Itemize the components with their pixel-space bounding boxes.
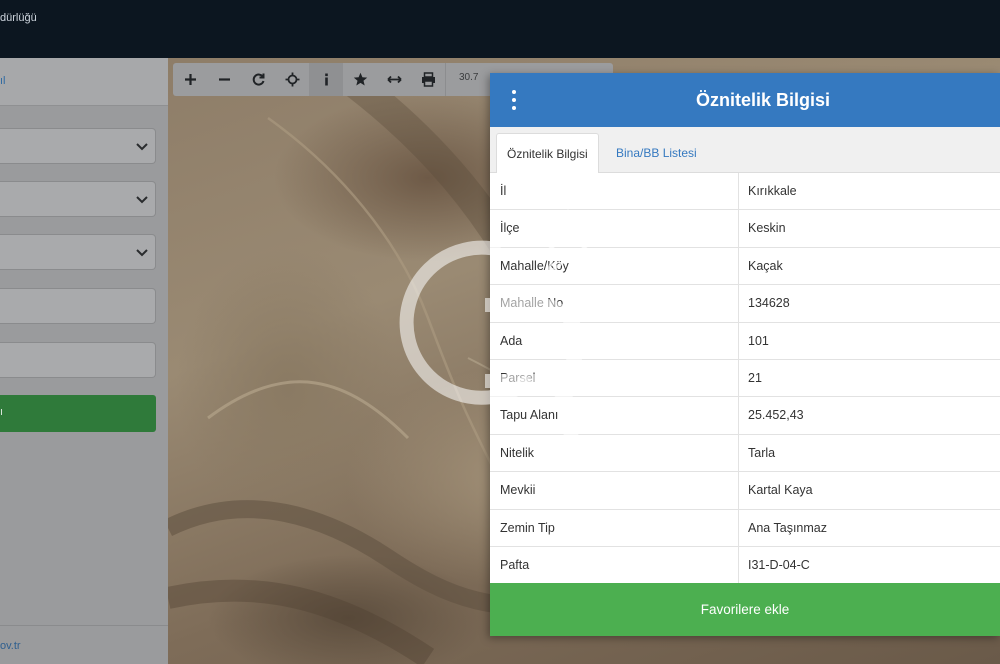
query-button[interactable]: ı	[0, 395, 156, 432]
locate-button[interactable]	[275, 63, 309, 96]
favorite-star-button[interactable]	[343, 63, 377, 96]
add-to-favorites-button[interactable]: Favorilere ekle	[490, 583, 1000, 636]
crosshair-icon	[285, 72, 299, 87]
row-key: İlçe	[500, 221, 520, 236]
row-value: 25.452,43	[748, 408, 804, 423]
district-select[interactable]	[0, 181, 156, 217]
refresh-button[interactable]	[241, 63, 275, 96]
table-row: Mahalle No 134628	[490, 285, 1000, 323]
chevron-down-icon	[136, 196, 148, 204]
zoom-out-button[interactable]	[207, 63, 241, 96]
row-value: I31-D-04-C	[748, 557, 810, 572]
info-button[interactable]	[309, 63, 343, 96]
row-key: Parsel	[500, 370, 536, 385]
star-icon	[353, 72, 367, 86]
query-button-label: ı	[0, 406, 4, 418]
parcel-input[interactable]	[0, 342, 156, 378]
top-header: dürlüğü	[0, 0, 1000, 58]
table-row: Mevkii Kartal Kaya	[490, 472, 1000, 510]
zoom-in-button[interactable]	[173, 63, 207, 96]
row-key: Ada	[500, 333, 523, 348]
row-value: Kırıkkale	[748, 184, 797, 198]
row-value: Ana Taşınmaz	[748, 520, 827, 535]
table-row: Tapu Alanı 25.452,43	[490, 397, 1000, 435]
province-select[interactable]	[0, 128, 156, 164]
row-key: İl	[500, 184, 507, 198]
printer-icon	[421, 72, 435, 87]
print-button[interactable]	[411, 63, 445, 96]
neighborhood-select[interactable]	[0, 234, 156, 270]
measure-button[interactable]	[377, 63, 411, 96]
header-title: dürlüğü	[0, 12, 37, 24]
sidebar-top-link[interactable]: ıl	[0, 75, 6, 87]
row-value: Kaçak	[748, 258, 783, 273]
measure-arrows-icon	[386, 75, 402, 84]
table-row: Parsel 21	[490, 359, 1000, 398]
row-key: Tapu Alanı	[500, 408, 559, 423]
row-key: Mahalle No	[500, 296, 564, 311]
row-key: Pafta	[500, 557, 530, 572]
sidebar-divider	[0, 625, 168, 626]
row-value: Kartal Kaya	[748, 483, 813, 498]
chevron-down-icon	[136, 143, 148, 151]
tab-building-list[interactable]: Bina/BB Listesi	[606, 133, 707, 173]
table-row: Zemin Tip Ana Taşınmaz	[490, 509, 1000, 547]
table-row: Nitelik Tarla	[490, 434, 1000, 473]
table-row: İlçe Keskin	[490, 210, 1000, 248]
left-sidebar: ıl ı ov.tr	[0, 58, 168, 664]
sidebar-header: ıl	[0, 58, 168, 106]
table-row: Pafta I31-D-04-C	[490, 546, 1000, 585]
table-row: Mahalle/Köy Kaçak	[490, 247, 1000, 286]
table-row: İl Kırıkkale	[490, 173, 1000, 211]
block-input[interactable]	[0, 288, 156, 324]
panel-title: Öznitelik Bilgisi	[695, 90, 831, 110]
refresh-icon	[252, 73, 264, 86]
minus-icon	[218, 78, 230, 81]
sidebar-footer-link[interactable]: ov.tr	[0, 640, 21, 652]
plus-icon	[184, 74, 196, 85]
panel-tabs: Öznitelik Bilgisi Bina/BB Listesi	[490, 127, 1000, 173]
add-to-favorites-label: Favorilere ekle	[700, 602, 790, 617]
tab-attribute-info[interactable]: Öznitelik Bilgisi	[496, 133, 599, 173]
row-key: Nitelik	[500, 445, 535, 460]
row-key: Zemin Tip	[500, 520, 555, 535]
row-value: Keskin	[748, 221, 786, 236]
attribute-table: İl Kırıkkale İlçe Keskin Mahalle/Köy Kaçak …	[490, 173, 1000, 585]
row-key: Mahalle/Köy	[500, 258, 569, 273]
row-key: Mevkii	[500, 483, 536, 498]
attribute-info-panel: Öznitelik Bilgisi Öznitelik Bilgisi Bina…	[490, 73, 1000, 636]
row-value: 134628	[748, 296, 790, 311]
panel-header: Öznitelik Bilgisi	[490, 73, 1000, 127]
row-value: 21	[748, 370, 762, 385]
table-row: Ada 101	[490, 322, 1000, 360]
row-value: Tarla	[748, 445, 776, 460]
scale-readout: 30.7	[459, 72, 479, 83]
row-value: 101	[748, 333, 769, 348]
chevron-down-icon	[136, 249, 148, 257]
info-icon	[324, 73, 328, 86]
